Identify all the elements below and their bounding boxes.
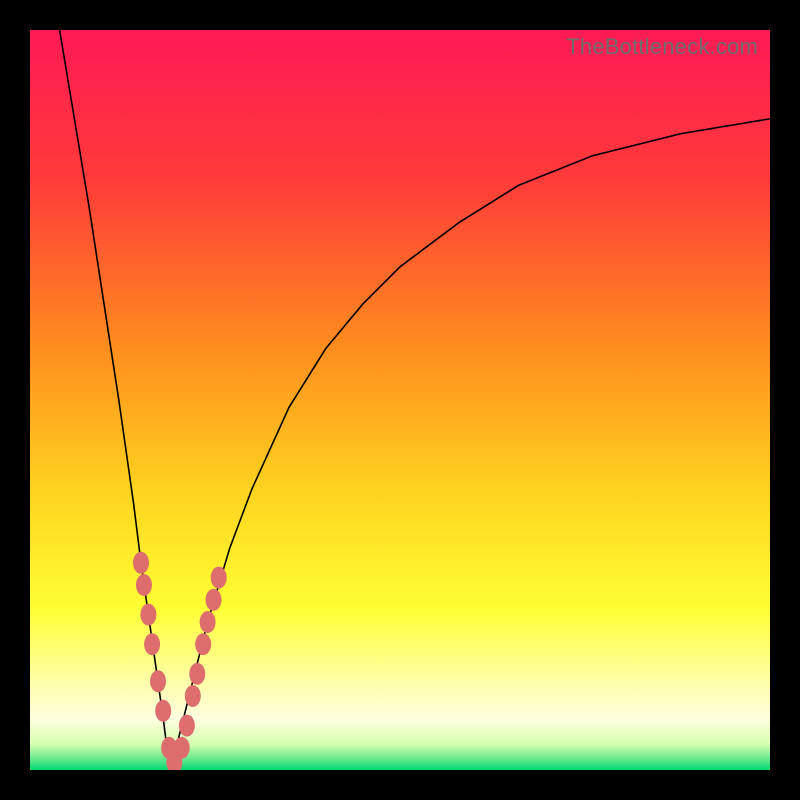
marker-point bbox=[150, 670, 166, 692]
marker-point bbox=[174, 737, 190, 759]
marker-point bbox=[211, 567, 227, 589]
chart-frame: TheBottleneck.com bbox=[0, 0, 800, 800]
marker-point bbox=[144, 633, 160, 655]
marker-point bbox=[206, 589, 222, 611]
marker-point bbox=[179, 715, 195, 737]
marker-point bbox=[140, 604, 156, 626]
marker-point bbox=[136, 574, 152, 596]
marker-point bbox=[185, 685, 201, 707]
marker-point bbox=[155, 700, 171, 722]
marker-point bbox=[189, 663, 205, 685]
curve-layer bbox=[30, 30, 770, 770]
marker-cluster bbox=[133, 552, 227, 770]
plot-area: TheBottleneck.com bbox=[30, 30, 770, 770]
curve-left-branch bbox=[60, 30, 171, 766]
marker-point bbox=[195, 633, 211, 655]
marker-point bbox=[200, 611, 216, 633]
curve-right-branch bbox=[171, 119, 770, 767]
marker-point bbox=[133, 552, 149, 574]
